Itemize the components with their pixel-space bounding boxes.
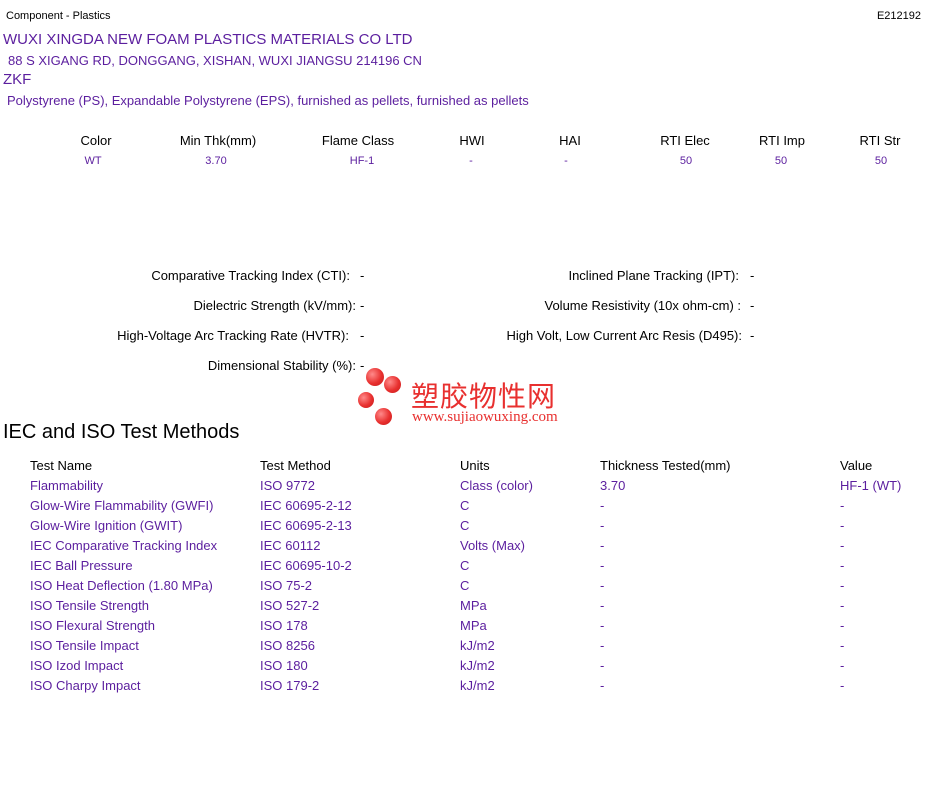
cell-test-method: ISO 180	[260, 658, 308, 673]
cti-label: Comparative Tracking Index (CTI):	[151, 268, 350, 283]
rating-header-color: Color	[80, 133, 112, 148]
cell-test-method: IEC 60112	[260, 538, 321, 553]
cell-units: C	[460, 558, 470, 573]
column-header-value: Value	[840, 458, 873, 473]
cell-thickness: -	[600, 598, 605, 613]
section-title: IEC and ISO Test Methods	[3, 421, 240, 443]
company-name: WUXI XINGDA NEW FOAM PLASTICS MATERIALS …	[3, 31, 413, 48]
cell-test-name: ISO Izod Impact	[30, 658, 124, 673]
cell-test-name: Glow-Wire Flammability (GWFI)	[30, 498, 214, 513]
rating-value-color: WT	[84, 155, 102, 167]
cell-value: HF-1 (WT)	[840, 478, 902, 493]
cell-thickness: -	[600, 558, 605, 573]
cell-test-name: ISO Heat Deflection (1.80 MPa)	[30, 578, 213, 593]
cell-value: -	[840, 538, 845, 553]
cell-test-method: IEC 60695-10-2	[260, 558, 352, 573]
cell-value: -	[840, 578, 845, 593]
column-header-units: Units	[460, 458, 490, 473]
hvtr-label: High-Voltage Arc Tracking Rate (HVTR):	[117, 328, 349, 343]
rating-value-min-thk: 3.70	[205, 155, 227, 167]
watermark-logo: 塑胶物性网 www.sujiaowuxing.com	[356, 366, 596, 430]
d495-value: -	[750, 328, 755, 343]
rating-header-flame-class: Flame Class	[321, 133, 395, 148]
cell-test-name: Glow-Wire Ignition (GWIT)	[30, 518, 183, 533]
column-header-thickness: Thickness Tested(mm)	[600, 458, 731, 473]
rating-value-flame-class: HF-1	[349, 155, 375, 167]
cell-thickness: -	[600, 638, 605, 653]
cell-test-method: ISO 9772	[260, 478, 315, 493]
cell-value: -	[840, 678, 845, 693]
cell-test-name: ISO Tensile Strength	[30, 598, 149, 613]
cell-units: C	[460, 498, 470, 513]
column-header-test-name: Test Name	[30, 458, 93, 473]
rating-value-hai: -	[564, 155, 568, 167]
cell-thickness: -	[600, 618, 605, 633]
cell-units: kJ/m2	[460, 638, 495, 653]
watermark-dot-icon	[358, 392, 374, 408]
company-address: 88 S XIGANG RD, DONGGANG, XISHAN, WUXI J…	[8, 53, 422, 68]
cell-test-name: ISO Charpy Impact	[30, 678, 141, 693]
cell-units: Class (color)	[460, 478, 533, 493]
cell-value: -	[840, 498, 845, 513]
cell-test-method: ISO 179-2	[260, 678, 320, 693]
cell-thickness: -	[600, 678, 605, 693]
cell-units: C	[460, 578, 470, 593]
cell-units: MPa	[460, 598, 487, 613]
cell-value: -	[840, 598, 845, 613]
dielectric-label: Dielectric Strength (kV/mm):	[193, 298, 356, 313]
watermark-url: www.sujiaowuxing.com	[412, 409, 558, 425]
cell-test-name: ISO Flexural Strength	[30, 618, 155, 633]
cell-test-name: IEC Comparative Tracking Index	[30, 538, 218, 553]
hvtr-value: -	[360, 328, 365, 343]
resistivity-label: Volume Resistivity (10x ohm-cm) :	[544, 298, 742, 313]
cell-test-method: ISO 8256	[260, 638, 315, 653]
d495-label: High Volt, Low Current Arc Resis (D495):	[506, 328, 742, 343]
cell-test-method: IEC 60695-2-13	[260, 518, 352, 533]
cell-thickness: -	[600, 578, 605, 593]
cell-test-method: ISO 178	[260, 618, 308, 633]
ipt-label: Inclined Plane Tracking (IPT):	[568, 268, 739, 283]
cell-thickness: -	[600, 538, 605, 553]
file-number: E212192	[876, 10, 921, 22]
rating-header-rti-str: RTI Str	[859, 133, 901, 148]
cell-test-name: ISO Tensile Impact	[30, 638, 139, 653]
cell-test-name: IEC Ball Pressure	[30, 558, 133, 573]
watermark-dot-icon	[384, 376, 401, 393]
cell-units: kJ/m2	[460, 658, 495, 673]
cell-thickness: 3.70	[600, 478, 626, 493]
column-header-test-method: Test Method	[260, 458, 331, 473]
cell-test-method: ISO 527-2	[260, 598, 320, 613]
cell-value: -	[840, 558, 845, 573]
rating-value-rti-str: 50	[874, 155, 888, 167]
cell-value: -	[840, 658, 845, 673]
rating-header-hai: HAI	[559, 133, 581, 148]
rating-header-min-thk: Min Thk(mm)	[179, 133, 257, 148]
cell-value: -	[840, 618, 845, 633]
watermark-dot-icon	[366, 368, 384, 386]
cell-test-name: Flammability	[30, 478, 103, 493]
resistivity-value: -	[750, 298, 755, 313]
cell-test-method: IEC 60695-2-12	[260, 498, 352, 513]
dielectric-value: -	[360, 298, 365, 313]
cell-thickness: -	[600, 658, 605, 673]
ipt-value: -	[750, 268, 755, 283]
cell-test-method: ISO 75-2	[260, 578, 313, 593]
cell-units: C	[460, 518, 470, 533]
product-name: ZKF	[3, 71, 32, 88]
cell-value: -	[840, 518, 845, 533]
cell-thickness: -	[600, 498, 605, 513]
watermark-dot-icon	[375, 408, 392, 425]
dimensional-stability-label: Dimensional Stability (%):	[207, 358, 356, 373]
cell-value: -	[840, 638, 845, 653]
product-description: Polystyrene (PS), Expandable Polystyrene…	[7, 93, 529, 108]
cell-thickness: -	[600, 518, 605, 533]
cell-units: kJ/m2	[460, 678, 495, 693]
cell-units: Volts (Max)	[460, 538, 526, 553]
cti-value: -	[360, 268, 365, 283]
doc-category: Component - Plastics	[6, 10, 111, 22]
cell-units: MPa	[460, 618, 487, 633]
